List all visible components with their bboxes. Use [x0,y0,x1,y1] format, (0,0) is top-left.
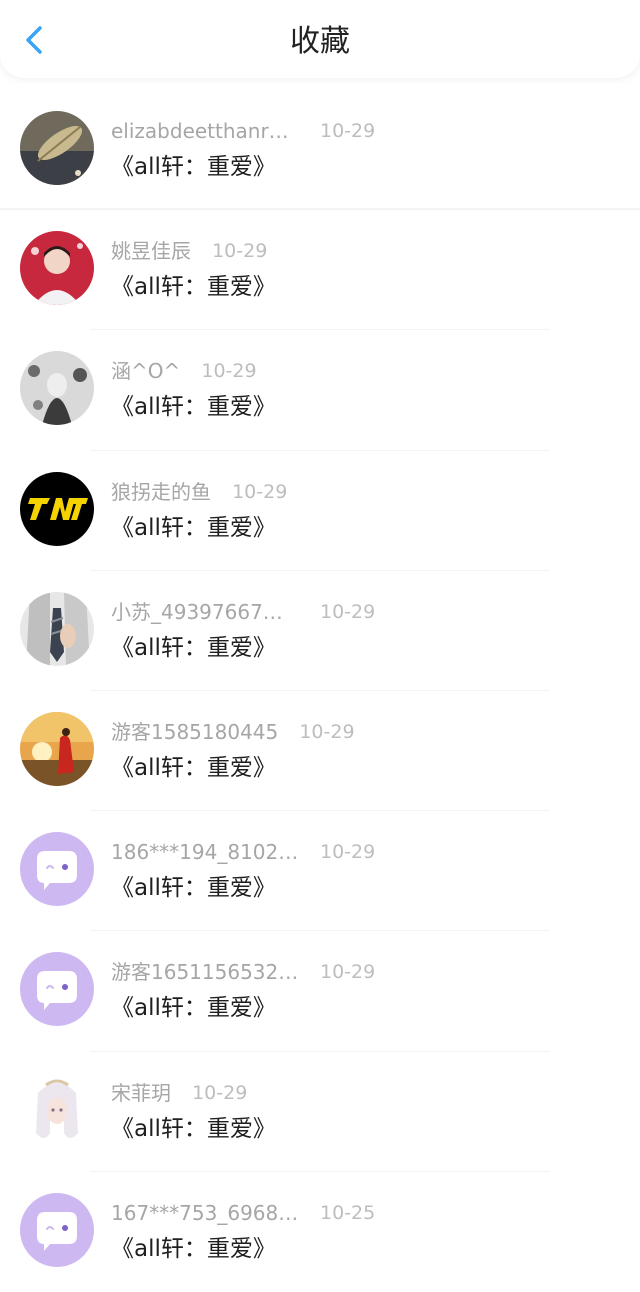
user-name: 宋菲玥 [111,1080,171,1105]
item-meta: 游客1585180445 10-29 [111,719,355,745]
item-date: 10-29 [299,720,355,743]
work-title: 《all轩：重爱》 [111,394,276,421]
work-title: 《all轩：重爱》 [111,875,276,902]
default-chat-icon [20,832,94,907]
avatar[interactable] [20,471,94,546]
user-name: elizabdeetthanr… [111,119,289,143]
avatar[interactable] [20,1072,94,1147]
item-meta: 游客1651156532… 10-29 [111,959,375,985]
work-title: 《all轩：重爱》 [111,995,276,1022]
list-item[interactable]: 宋菲玥 10-29 《all轩：重爱》 [0,1052,640,1172]
anime-girl-photo-icon [20,1072,94,1147]
item-meta: 宋菲玥 10-29 [111,1080,247,1106]
default-chat-icon [20,1192,94,1267]
user-name: 186***194_8102… [111,840,299,865]
list-item[interactable]: 姚昱佳辰 10-29 《all轩：重爱》 [0,210,640,331]
top-bar: 收藏 [0,0,640,78]
work-title: 《all轩：重爱》 [111,634,276,661]
item-date: 10-29 [320,841,376,864]
list-item[interactable]: 狼拐走的鱼 10-29 《all轩：重爱》 [0,451,640,571]
item-date: 10-29 [201,360,257,383]
list-item[interactable]: 游客1651156532… 10-29 《all轩：重爱》 [0,931,640,1052]
item-date: 10-25 [320,1201,376,1224]
list-item[interactable]: 167***753_6968… 10-25 《all轩：重爱》 [0,1172,640,1292]
user-name: 小苏_49397667… [111,599,283,624]
work-title: 《all轩：重爱》 [111,274,276,301]
list-item[interactable]: 涵^O^ 10-29 《all轩：重爱》 [0,330,640,451]
default-chat-icon [20,952,94,1027]
item-meta: 涵^O^ 10-29 [111,358,257,384]
tie-photo-icon [20,591,94,666]
item-date: 10-29 [212,240,268,263]
item-date: 10-29 [232,480,288,503]
user-name: 狼拐走的鱼 [111,479,211,504]
user-name: 姚昱佳辰 [111,239,191,264]
avatar[interactable] [20,591,94,666]
item-meta: 167***753_6968… 10-25 [111,1200,375,1226]
work-title: 《all轩：重爱》 [111,514,276,541]
user-name: 167***753_6968… [111,1200,299,1225]
list-item[interactable]: 小苏_49397667… 10-29 《all轩：重爱》 [0,571,640,691]
avatar[interactable] [20,832,94,907]
work-title: 《all轩：重爱》 [111,1115,276,1142]
item-meta: 狼拐走的鱼 10-29 [111,479,287,505]
work-title: 《all轩：重爱》 [111,754,276,781]
item-meta: 186***194_8102… 10-29 [111,839,375,865]
avatar[interactable] [20,111,94,185]
page-title: 收藏 [290,24,350,59]
leaf-photo-icon [20,111,94,185]
item-date: 10-29 [320,120,376,142]
user-name: 游客1651156532… [111,960,299,985]
user-name: 涵^O^ [111,359,181,384]
work-title: 《all轩：重爱》 [111,154,276,180]
item-date: 10-29 [192,1081,248,1104]
user-name: 游客1585180445 [111,719,279,744]
list-item[interactable]: 游客1585180445 10-29 《all轩：重爱》 [0,691,640,812]
avatar[interactable] [20,351,94,426]
favorites-list: elizabdeetthanr… 10-29 《all轩：重爱》 姚昱佳辰 10… [0,90,640,1292]
item-date: 10-29 [320,961,376,984]
avatar[interactable] [20,1192,94,1267]
work-title: 《all轩：重爱》 [111,1235,276,1262]
item-meta: 小苏_49397667… 10-29 [111,599,375,625]
item-meta: elizabdeetthanr… 10-29 [111,118,375,144]
avatar[interactable] [20,711,94,786]
list-item[interactable]: elizabdeetthanr… 10-29 《all轩：重爱》 [0,90,640,211]
item-meta: 姚昱佳辰 10-29 [111,238,267,264]
sunset-photo-icon [20,711,94,786]
item-date: 10-29 [320,600,376,623]
anime-photo-icon [20,351,94,426]
tnt-logo-icon [20,471,94,546]
list-item[interactable]: 186***194_8102… 10-29 《all轩：重爱》 [0,811,640,932]
avatar[interactable] [20,231,94,306]
person-photo-icon [20,231,94,306]
avatar[interactable] [20,952,94,1027]
